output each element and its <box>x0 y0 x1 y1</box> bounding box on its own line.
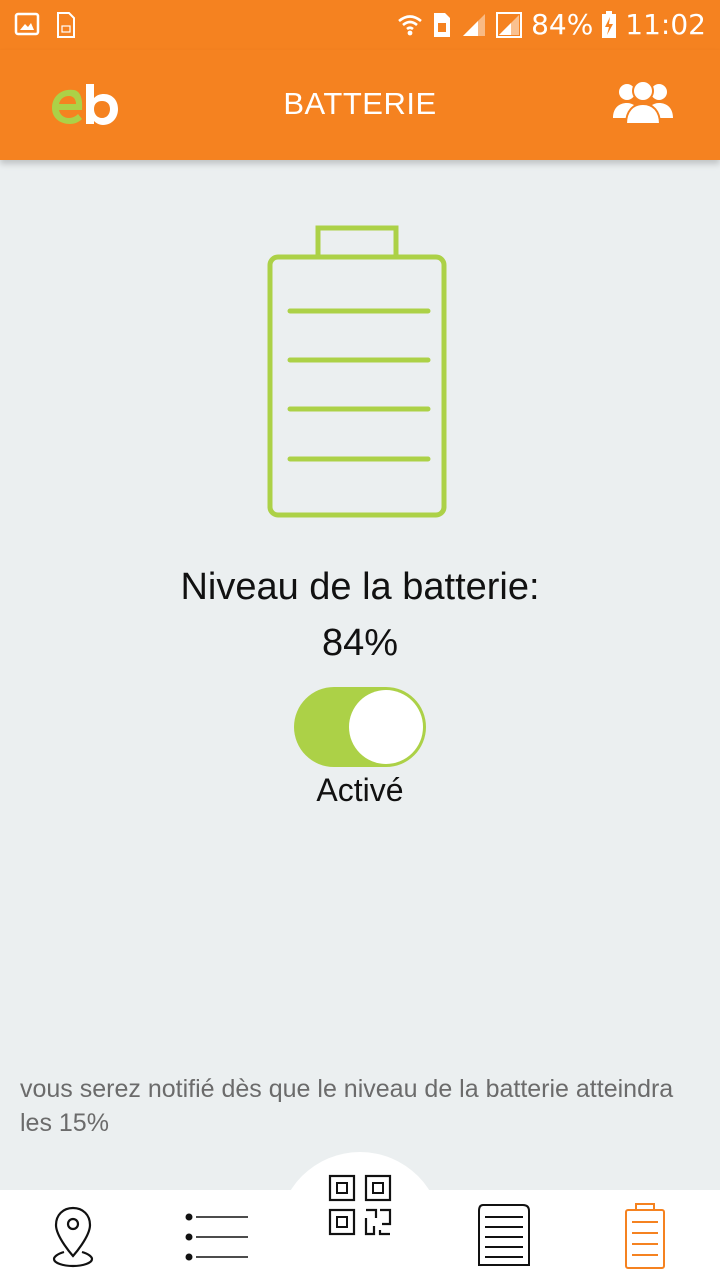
battery-icon <box>625 1203 665 1269</box>
wifi-icon <box>398 15 422 36</box>
status-bar: 84% 11:02 <box>0 0 720 50</box>
nav-item-list[interactable] <box>180 1208 254 1264</box>
battery-notice-text: vous serez notifié dès que le niveau de … <box>20 1075 674 1137</box>
battery-level-label: Niveau de la batterie: <box>180 566 540 608</box>
document-icon <box>478 1204 530 1266</box>
users-icon <box>613 80 673 125</box>
toggle-knob <box>349 690 423 764</box>
status-bar-right: 84% 11:02 <box>397 6 706 44</box>
status-time: 11:02 <box>625 8 706 41</box>
battery-notification-toggle[interactable] <box>294 687 426 767</box>
nav-item-map[interactable] <box>42 1200 104 1272</box>
charging-battery-icon <box>602 11 617 38</box>
app-bar: BATTERIE <box>0 50 720 160</box>
users-button[interactable] <box>610 74 676 130</box>
battery-level-icon <box>267 225 447 518</box>
sim-notification-icon <box>57 12 75 38</box>
status-battery-percent: 84% <box>531 8 594 41</box>
toggle-state-label: Activé <box>316 772 404 808</box>
map-pin-icon <box>52 1206 94 1268</box>
nav-item-qr-scan[interactable] <box>326 1172 394 1238</box>
battery-screen: 84% 11:02 BATTERIE Niveau de la batterie… <box>0 0 720 1280</box>
signal-icon <box>463 14 486 36</box>
status-bar-left <box>14 11 76 39</box>
qr-code-icon <box>328 1174 392 1236</box>
signal-secondary-icon <box>496 12 523 38</box>
sim-card-icon <box>434 13 451 37</box>
list-icon <box>185 1213 248 1261</box>
battery-level-value: 84% <box>321 622 399 664</box>
nav-item-documents[interactable] <box>474 1202 534 1268</box>
nav-item-battery[interactable] <box>620 1200 670 1272</box>
gallery-notification-icon <box>14 12 40 36</box>
